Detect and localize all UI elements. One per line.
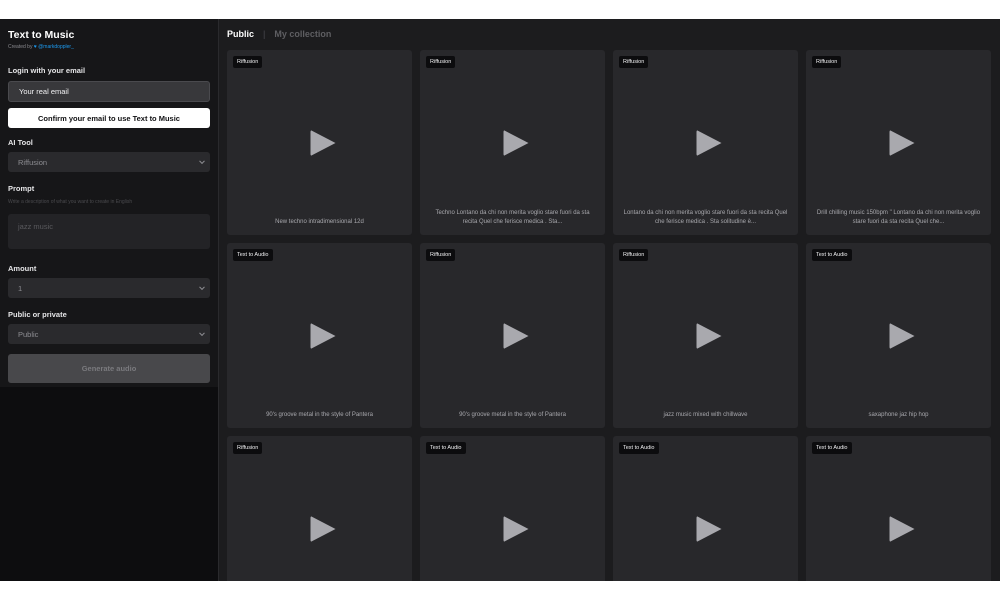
audio-card[interactable]: Text to Audio [806, 436, 991, 581]
login-label: Login with your email [8, 66, 86, 75]
play-icon[interactable] [696, 323, 721, 349]
privacy-select[interactable]: Public [8, 324, 210, 344]
audio-card[interactable]: Riffusion Lontano da chi non merita vogl… [613, 50, 798, 235]
chevron-down-icon [199, 284, 205, 291]
privacy-label: Public or private [8, 310, 67, 319]
audio-card[interactable]: Text to Audio [420, 436, 605, 581]
tool-badge: Riffusion [233, 56, 263, 68]
tab-bar: Public | My collection [227, 29, 331, 39]
audio-grid: Riffusion New techno intradimensional 12… [227, 50, 993, 581]
created-by: Created by ♥ @markdoppler_ [8, 44, 74, 50]
amount-select[interactable]: 1 [8, 278, 210, 298]
sidebar: Text to Music Created by ♥ @markdoppler_… [0, 19, 219, 581]
prompt-label: Prompt [8, 184, 35, 193]
tab-separator: | [263, 29, 266, 39]
ai-tool-select[interactable]: Riffusion [8, 152, 210, 172]
email-field[interactable]: Your real email [8, 81, 210, 102]
play-icon[interactable] [310, 516, 335, 542]
audio-caption: Techno Lontano da chi non merita voglio … [435, 210, 590, 225]
audio-caption: saxaphone jaz hip hop [868, 412, 929, 418]
audio-caption: 90's groove metal in the style of Panter… [266, 412, 373, 418]
play-icon[interactable] [889, 130, 914, 156]
tool-badge: Riffusion [426, 249, 456, 261]
tool-badge: Text to Audio [812, 249, 852, 261]
tool-badge: Riffusion [619, 249, 649, 261]
audio-card[interactable]: Riffusion jazz music mixed with chillwav… [613, 243, 798, 428]
play-icon[interactable] [310, 130, 335, 156]
tab-my-collection[interactable]: My collection [274, 29, 331, 39]
amount-value: 1 [18, 283, 23, 293]
play-icon[interactable] [696, 130, 721, 156]
play-icon[interactable] [696, 516, 721, 542]
privacy-value: Public [18, 329, 39, 339]
created-by-prefix: Created by [8, 44, 33, 50]
ai-tool-label: AI Tool [8, 138, 33, 147]
play-icon[interactable] [889, 323, 914, 349]
tool-badge: Riffusion [426, 56, 456, 68]
audio-card[interactable]: Text to Audio saxaphone jaz hip hop [806, 243, 991, 428]
audio-caption: New techno intradimensional 12d [275, 219, 364, 225]
tool-badge: Text to Audio [233, 249, 273, 261]
tool-badge: Riffusion [233, 442, 263, 454]
confirm-email-button[interactable]: Confirm your email to use Text to Music [8, 108, 210, 128]
app-window: Text to Music Created by ♥ @markdoppler_… [0, 19, 1000, 581]
audio-caption: 90's groove metal in the style of Panter… [459, 412, 566, 418]
tool-badge: Riffusion [812, 56, 842, 68]
audio-card[interactable]: Riffusion Techno Lontano da chi non meri… [420, 50, 605, 235]
prompt-textarea[interactable]: jazz music [8, 214, 210, 249]
audio-card[interactable]: Riffusion Drill chilling music 150bpm " … [806, 50, 991, 235]
audio-card[interactable]: Riffusion 90's groove metal in the style… [420, 243, 605, 428]
tool-badge: Text to Audio [619, 442, 659, 454]
play-icon[interactable] [310, 323, 335, 349]
tool-badge: Riffusion [619, 56, 649, 68]
chevron-down-icon [199, 158, 205, 165]
play-icon[interactable] [503, 323, 528, 349]
app-title: Text to Music [8, 29, 75, 41]
author-handle-link[interactable]: @markdoppler_ [38, 44, 74, 50]
tool-badge: Text to Audio [426, 442, 466, 454]
play-icon[interactable] [503, 130, 528, 156]
ai-tool-value: Riffusion [18, 157, 48, 167]
tab-public[interactable]: Public [227, 29, 254, 39]
audio-caption: jazz music mixed with chillwave [663, 412, 748, 418]
amount-label: Amount [8, 264, 37, 273]
audio-caption: Lontano da chi non merita voglio stare f… [623, 210, 788, 225]
prompt-hint: Write a description of what you want to … [8, 199, 133, 205]
twitter-icon: ♥ [33, 44, 37, 50]
audio-card[interactable]: Text to Audio [613, 436, 798, 581]
generate-audio-button[interactable]: Generate audio [8, 354, 210, 383]
tool-badge: Text to Audio [812, 442, 852, 454]
audio-card[interactable]: Riffusion [227, 436, 412, 581]
audio-card[interactable]: Riffusion New techno intradimensional 12… [227, 50, 412, 235]
audio-caption: Drill chilling music 150bpm " Lontano da… [816, 210, 981, 225]
play-icon[interactable] [889, 516, 914, 542]
sidebar-panel: Text to Music Created by ♥ @markdoppler_… [0, 19, 218, 387]
play-icon[interactable] [503, 516, 528, 542]
chevron-down-icon [199, 330, 205, 337]
audio-card[interactable]: Text to Audio 90's groove metal in the s… [227, 243, 412, 428]
